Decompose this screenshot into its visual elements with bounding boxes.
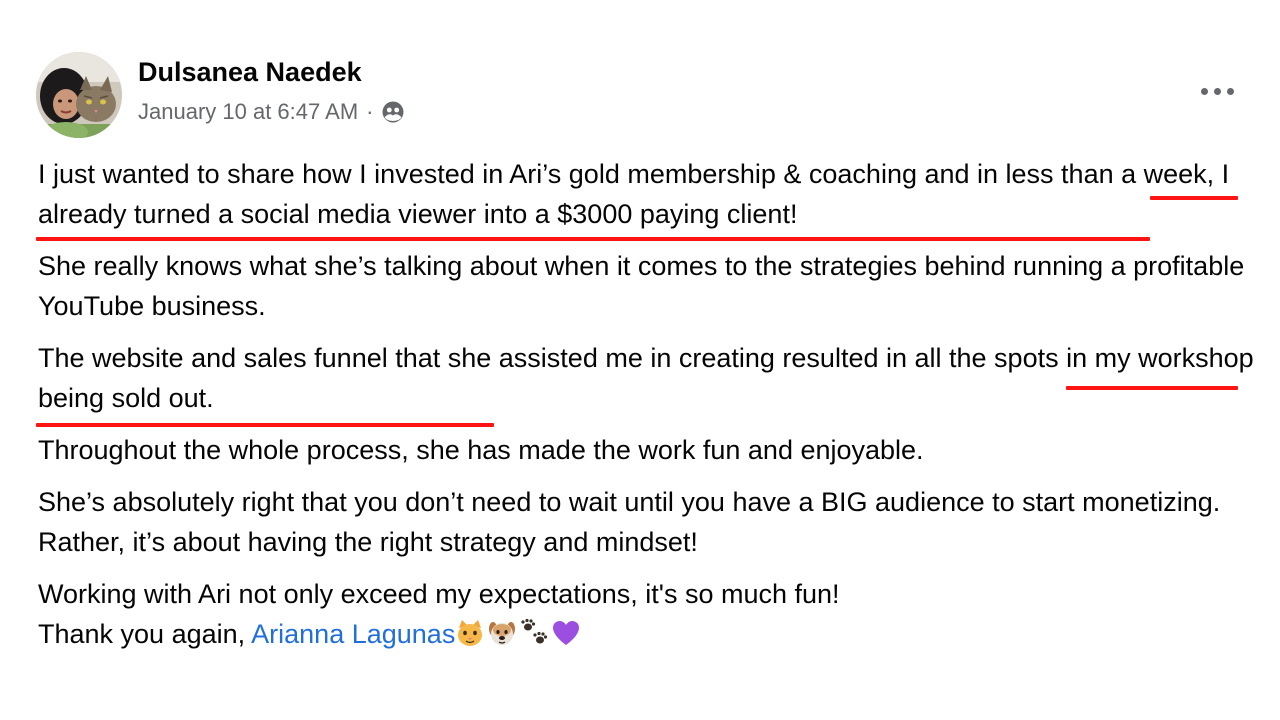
- paw-prints-emoji: [519, 618, 549, 648]
- post-paragraph-2: She really knows what she’s talking abou…: [38, 251, 1245, 321]
- friends-icon[interactable]: [381, 100, 405, 124]
- post-paragraph-5: She’s absolutely right that you don’t ne…: [38, 487, 1221, 557]
- post-paragraph-1: I just wanted to share how I invested in…: [38, 159, 1230, 229]
- highlight-underline-1b: [36, 237, 1150, 241]
- author-name[interactable]: Dulsanea Naedek: [138, 57, 362, 88]
- more-options-button[interactable]: [1192, 78, 1242, 104]
- facebook-post: Dulsanea Naedek January 10 at 6:47 AM · …: [0, 0, 1280, 720]
- highlight-underline-2a: [1066, 386, 1238, 390]
- highlight-underline-2b: [36, 423, 494, 427]
- purple-heart-emoji: [551, 618, 581, 648]
- post-meta: January 10 at 6:47 AM ·: [138, 99, 405, 125]
- more-horizontal-icon: [1200, 87, 1208, 95]
- post-paragraph-3: The website and sales funnel that she as…: [38, 343, 1254, 413]
- closing-line-2: Thank you again,: [38, 619, 252, 649]
- post-body: I just wanted to share how I invested in…: [38, 154, 1263, 654]
- dog-face-emoji: [487, 618, 517, 648]
- more-dot: [1213, 87, 1221, 95]
- more-dot: [1226, 87, 1234, 95]
- meta-separator: ·: [366, 99, 374, 124]
- post-paragraph-4: Throughout the whole process, she has ma…: [38, 435, 924, 465]
- post-paragraph-6: Working with Ari not only exceed my expe…: [38, 574, 1263, 654]
- author-avatar[interactable]: [36, 52, 122, 138]
- highlight-underline-1a: [1150, 196, 1238, 200]
- mention-link[interactable]: Arianna Lagunas: [251, 619, 455, 649]
- cat-face-emoji: [455, 618, 485, 648]
- post-timestamp[interactable]: January 10 at 6:47 AM: [138, 99, 358, 125]
- closing-line-1: Working with Ari not only exceed my expe…: [38, 579, 840, 609]
